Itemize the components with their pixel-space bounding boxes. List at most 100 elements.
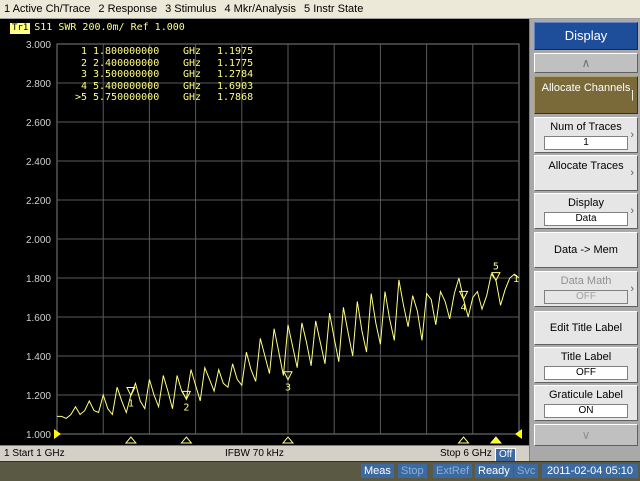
- allocate-channels-label: Allocate Channels: [541, 82, 631, 94]
- y-tick-label: 2.400: [26, 157, 51, 168]
- y-tick-label: 2.200: [26, 196, 51, 207]
- marker-id: 3: [80, 69, 87, 80]
- title-label-label: Title Label: [560, 351, 612, 363]
- num-of-traces-button[interactable]: Num of Traces 1 ›: [534, 117, 638, 153]
- instrument-status-bar: Meas Stop ExtRef Ready Svc 2011-02-04 05…: [0, 461, 640, 481]
- marker-unit: GHz: [183, 80, 202, 92]
- marker-frequency: 1.800000000: [93, 46, 160, 57]
- edit-title-label-button[interactable]: Edit Title Label: [534, 311, 638, 345]
- display-label: Display: [567, 197, 605, 209]
- marker-value: 1.7868: [217, 92, 254, 103]
- channel-status-line: 1 Start 1 GHz IFBW 70 kHz Stop 6 GHz Off: [0, 445, 529, 462]
- menu-stimulus[interactable]: 3 Stimulus: [161, 3, 220, 15]
- meas-indicator: Meas: [361, 464, 394, 478]
- marker-unit: GHz: [183, 92, 202, 103]
- graticule-label-value: ON: [544, 404, 628, 418]
- marker-axis-triangle-icon: [457, 436, 470, 444]
- data-math-button[interactable]: Data Math OFF ›: [534, 271, 638, 307]
- y-tick-label: 1.200: [26, 391, 51, 402]
- graticule-label-label: Graticule Label: [549, 389, 623, 401]
- marker-label: 2: [183, 402, 189, 413]
- y-tick-label: 2.000: [26, 235, 51, 246]
- display-data-button[interactable]: Display Data ›: [534, 193, 638, 229]
- data-math-label: Data Math: [560, 275, 612, 287]
- marker-frequency: 3.500000000: [93, 69, 160, 80]
- num-of-traces-label: Num of Traces: [550, 121, 622, 133]
- marker-frequency: 2.400000000: [93, 57, 160, 69]
- marker-axis-triangle-icon: [124, 436, 137, 444]
- menu-active-ch-trace[interactable]: 1 Active Ch/Trace: [0, 3, 94, 15]
- marker-unit: GHz: [183, 46, 202, 57]
- marker-label: 1: [128, 398, 134, 409]
- marker-label: 3: [285, 383, 291, 394]
- marker-id: 4: [80, 80, 87, 92]
- marker-value: 1.1775: [217, 57, 254, 69]
- chevron-down-icon: ∨: [581, 428, 591, 442]
- measurement-chart[interactable]: 3.000 2.800 2.600 2.400 2.200 2.000 1.800 1.600…: [0, 19, 529, 445]
- chevron-right-icon: ›: [630, 283, 634, 295]
- date-time: 2011-02-04 05:10: [542, 464, 638, 478]
- softkey-scroll-down-button[interactable]: ∨: [534, 424, 638, 446]
- ifbw-readout[interactable]: IFBW 70 kHz: [225, 448, 284, 459]
- y-tick-label: 1.400: [26, 352, 51, 363]
- marker-label: 5: [493, 262, 499, 273]
- marker-value: 1.2784: [217, 69, 254, 80]
- y-tick-label: 2.600: [26, 118, 51, 129]
- trace-setting-text: S11 SWR 200.0m/ Ref 1.000: [34, 22, 185, 33]
- allocate-traces-label: Allocate Traces: [548, 160, 624, 172]
- ready-indicator: Ready: [475, 464, 513, 478]
- graticule-label-button[interactable]: Graticule Label ON: [534, 385, 638, 421]
- marker-row: 1 1.800000000 GHz 1.1975: [65, 46, 267, 58]
- chevron-right-icon: ›: [630, 129, 634, 141]
- allocate-traces-button[interactable]: Allocate Traces ›: [534, 155, 638, 191]
- marker-unit: GHz: [183, 69, 202, 80]
- menu-mkr-analysis[interactable]: 4 Mkr/Analysis: [220, 3, 300, 15]
- data-to-mem-button[interactable]: Data -> Mem: [534, 232, 638, 268]
- off-badge: Off: [495, 448, 517, 462]
- menu-instr-state[interactable]: 5 Instr State: [300, 3, 367, 15]
- marker-row: 3 3.500000000 GHz 1.2784: [65, 69, 267, 81]
- extref-indicator: ExtRef: [433, 464, 473, 478]
- softkey-scroll-up-button[interactable]: ∧: [534, 53, 638, 73]
- chevron-right-icon: ›: [630, 167, 634, 179]
- marker-axis-triangle-icon: [489, 436, 502, 444]
- title-label-value: OFF: [544, 366, 628, 380]
- y-tick-label: 1.000: [26, 430, 51, 441]
- title-label-button[interactable]: Title Label OFF: [534, 347, 638, 383]
- y-tick-label: 3.000: [26, 40, 51, 51]
- menu-bar: 1 Active Ch/Trace 2 Response 3 Stimulus …: [0, 0, 640, 19]
- marker-id: 1: [80, 46, 87, 57]
- menu-response[interactable]: 2 Response: [94, 3, 161, 15]
- softkey-panel: Display ∧ Allocate Channels | Num of Tra…: [529, 19, 640, 461]
- allocate-channels-button[interactable]: Allocate Channels |: [534, 76, 638, 114]
- chevron-up-icon: ∧: [581, 56, 591, 70]
- marker-value: 1.1975: [217, 46, 254, 57]
- marker-row: 4 5.400000000 GHz 1.6903: [65, 81, 267, 93]
- marker-id: >5: [74, 92, 87, 103]
- marker-axis-triangle-icon: [180, 436, 193, 444]
- display-value: Data: [544, 212, 628, 226]
- marker-frequency: 5.400000000: [93, 80, 160, 92]
- marker-table: 1 1.800000000 GHz 1.1975 2 2.400000000 GHz 1.17…: [65, 46, 267, 104]
- chevron-right-icon: ›: [630, 205, 634, 217]
- submenu-bar-icon: |: [631, 89, 634, 101]
- stop-frequency[interactable]: Stop 6 GHz: [440, 448, 492, 459]
- marker-label: 4: [461, 302, 467, 313]
- trace-header: Tr1 S11 SWR 200.0m/ Ref 1.000: [10, 22, 185, 34]
- y-tick-label: 2.800: [26, 79, 51, 90]
- marker-id: 2: [80, 57, 87, 69]
- data-math-value: OFF: [544, 290, 628, 304]
- stop-indicator: Stop: [398, 464, 427, 478]
- marker-row: >5 5.750000000 GHz 1.7868: [65, 92, 267, 104]
- marker-unit: GHz: [183, 57, 202, 69]
- marker-row: 2 2.400000000 GHz 1.1775: [65, 58, 267, 70]
- end-marker-label: 1: [513, 274, 519, 285]
- marker-axis-triangle-icon: [281, 436, 295, 444]
- start-frequency[interactable]: 1 Start 1 GHz: [4, 448, 65, 459]
- display-menu-title[interactable]: Display: [534, 22, 638, 50]
- marker-value: 1.6903: [217, 80, 254, 92]
- y-tick-label: 1.600: [26, 313, 51, 324]
- svc-indicator: Svc: [514, 464, 539, 478]
- trace-badge[interactable]: Tr1: [10, 23, 31, 34]
- num-of-traces-value: 1: [544, 136, 628, 150]
